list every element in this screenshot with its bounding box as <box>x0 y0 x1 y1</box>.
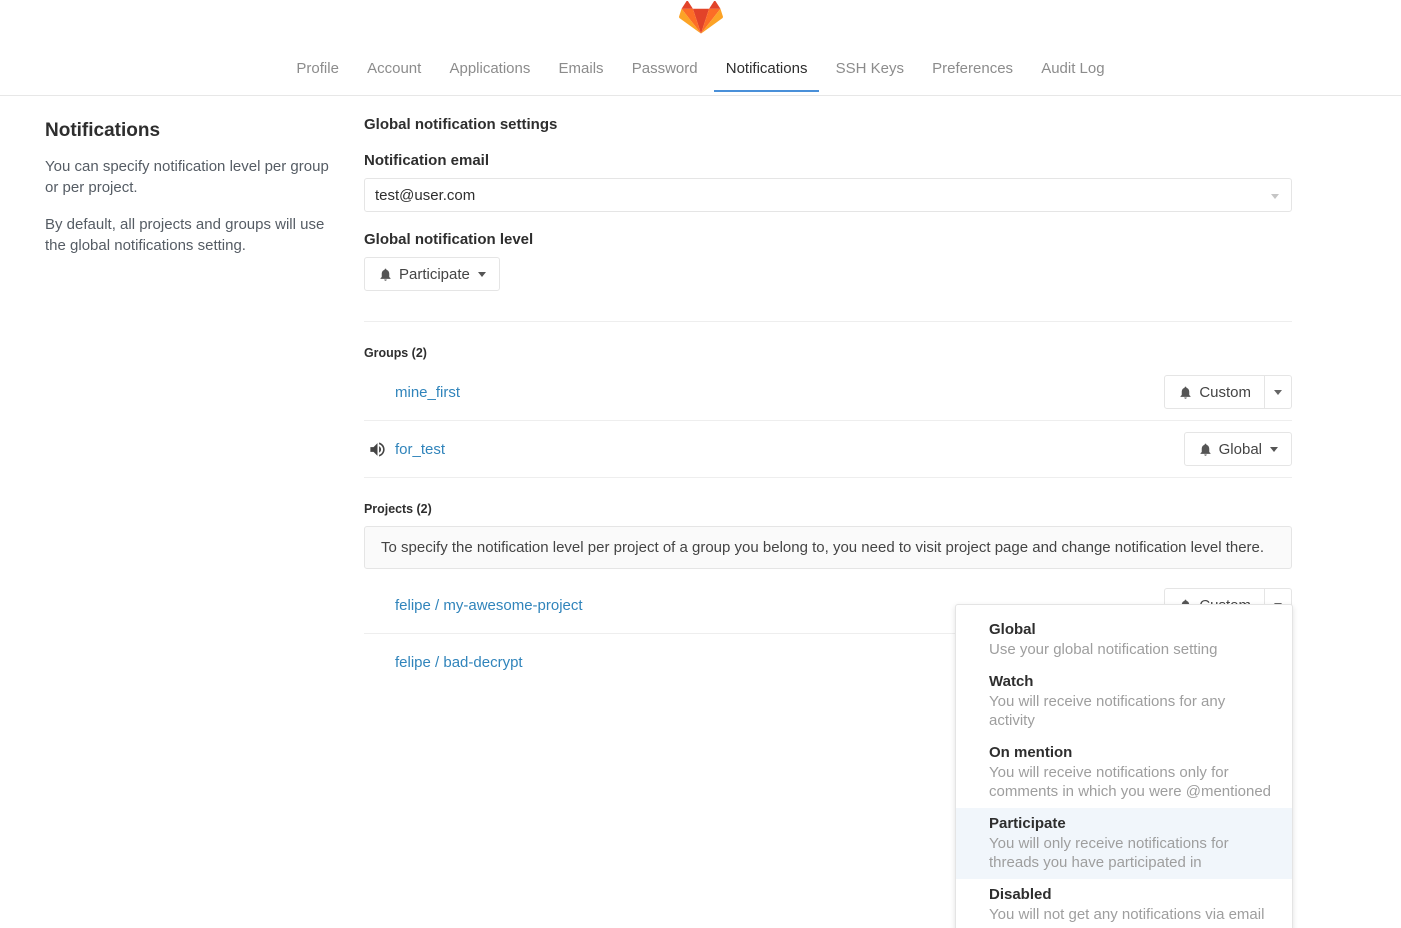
group-row-for-test: for_test Global <box>364 421 1292 478</box>
dropdown-item-description: You will not get any notifications via e… <box>989 905 1272 924</box>
dropdown-item-description: You will only receive notifications for … <box>989 834 1272 872</box>
group-mine-first-level-split-button: Custom <box>1164 375 1292 409</box>
dropdown-item-on-mention[interactable]: On mention You will receive notification… <box>956 737 1292 808</box>
dropdown-item-participate[interactable]: Participate You will only receive notifi… <box>956 808 1292 879</box>
tab-audit-log[interactable]: Audit Log <box>1029 50 1116 92</box>
group-link-for-test[interactable]: for_test <box>395 441 445 458</box>
dropdown-item-global[interactable]: Global Use your global notification sett… <box>956 614 1292 666</box>
sidebar-description-1: You can specify notification level per g… <box>45 156 345 198</box>
volume-up-icon <box>368 440 387 459</box>
dropdown-item-description: Use your global notification setting <box>989 640 1272 659</box>
group-row-mine-first: mine_first Custom <box>364 364 1292 421</box>
group-for-test-level-button[interactable]: Global <box>1184 432 1292 466</box>
dropdown-item-title: Participate <box>989 814 1272 834</box>
dropdown-item-disabled[interactable]: Disabled You will not get any notificati… <box>956 879 1292 928</box>
group-mine-first-level-caret-button[interactable] <box>1265 375 1292 409</box>
notification-email-label: Notification email <box>364 152 1292 169</box>
dropdown-item-title: On mention <box>989 743 1272 763</box>
notification-email-value: test@user.com <box>375 187 475 204</box>
project-link-bad-decrypt[interactable]: felipe / bad-decrypt <box>395 654 523 671</box>
groups-heading: Groups (2) <box>364 346 1292 360</box>
section-divider <box>364 321 1292 322</box>
dropdown-item-title: Global <box>989 620 1272 640</box>
tab-applications[interactable]: Applications <box>437 50 542 92</box>
bell-icon <box>1178 385 1193 400</box>
tab-preferences[interactable]: Preferences <box>920 50 1025 92</box>
group-mine-first-level-value: Custom <box>1199 384 1251 401</box>
tab-password[interactable]: Password <box>620 50 710 92</box>
projects-notice: To specify the notification level per pr… <box>364 526 1292 569</box>
page-title: Notifications <box>45 120 345 142</box>
bell-icon <box>1198 442 1213 457</box>
gitlab-logo-icon <box>0 0 1401 44</box>
global-settings-title: Global notification settings <box>364 116 1292 133</box>
dropdown-item-description: You will receive notifications for any a… <box>989 692 1272 730</box>
dropdown-item-title: Watch <box>989 672 1272 692</box>
profile-settings-header: Profile Account Applications Emails Pass… <box>0 0 1401 96</box>
bell-icon <box>378 267 393 282</box>
tab-emails[interactable]: Emails <box>547 50 616 92</box>
project-link-my-awesome-project[interactable]: felipe / my-awesome-project <box>395 597 583 614</box>
global-level-value: Participate <box>399 266 470 283</box>
global-notification-level-label: Global notification level <box>364 231 1292 248</box>
tab-ssh-keys[interactable]: SSH Keys <box>824 50 916 92</box>
dropdown-item-watch[interactable]: Watch You will receive notifications for… <box>956 666 1292 737</box>
settings-tabs: Profile Account Applications Emails Pass… <box>0 50 1401 92</box>
tab-notifications[interactable]: Notifications <box>714 50 820 92</box>
sidebar-description-2: By default, all projects and groups will… <box>45 214 345 256</box>
chevron-down-icon <box>1271 194 1279 199</box>
description-sidebar: Notifications You can specify notificati… <box>45 96 345 691</box>
tab-profile[interactable]: Profile <box>284 50 351 92</box>
caret-down-icon <box>1270 447 1278 452</box>
page-content: Notifications You can specify notificati… <box>0 96 1401 691</box>
tab-account[interactable]: Account <box>355 50 433 92</box>
notification-level-dropdown: Global Use your global notification sett… <box>955 604 1293 928</box>
group-mine-first-level-button[interactable]: Custom <box>1164 375 1265 409</box>
notification-settings-main: Global notification settings Notificatio… <box>364 96 1292 691</box>
caret-down-icon <box>1274 390 1282 395</box>
dropdown-item-description: You will receive notifications only for … <box>989 763 1272 801</box>
dropdown-item-title: Disabled <box>989 885 1272 905</box>
projects-heading: Projects (2) <box>364 502 1292 516</box>
notification-email-select[interactable]: test@user.com <box>364 178 1292 212</box>
global-notification-level-button[interactable]: Participate <box>364 257 500 291</box>
group-for-test-level-value: Global <box>1219 441 1262 458</box>
caret-down-icon <box>478 272 486 277</box>
group-link-mine-first[interactable]: mine_first <box>395 384 460 401</box>
